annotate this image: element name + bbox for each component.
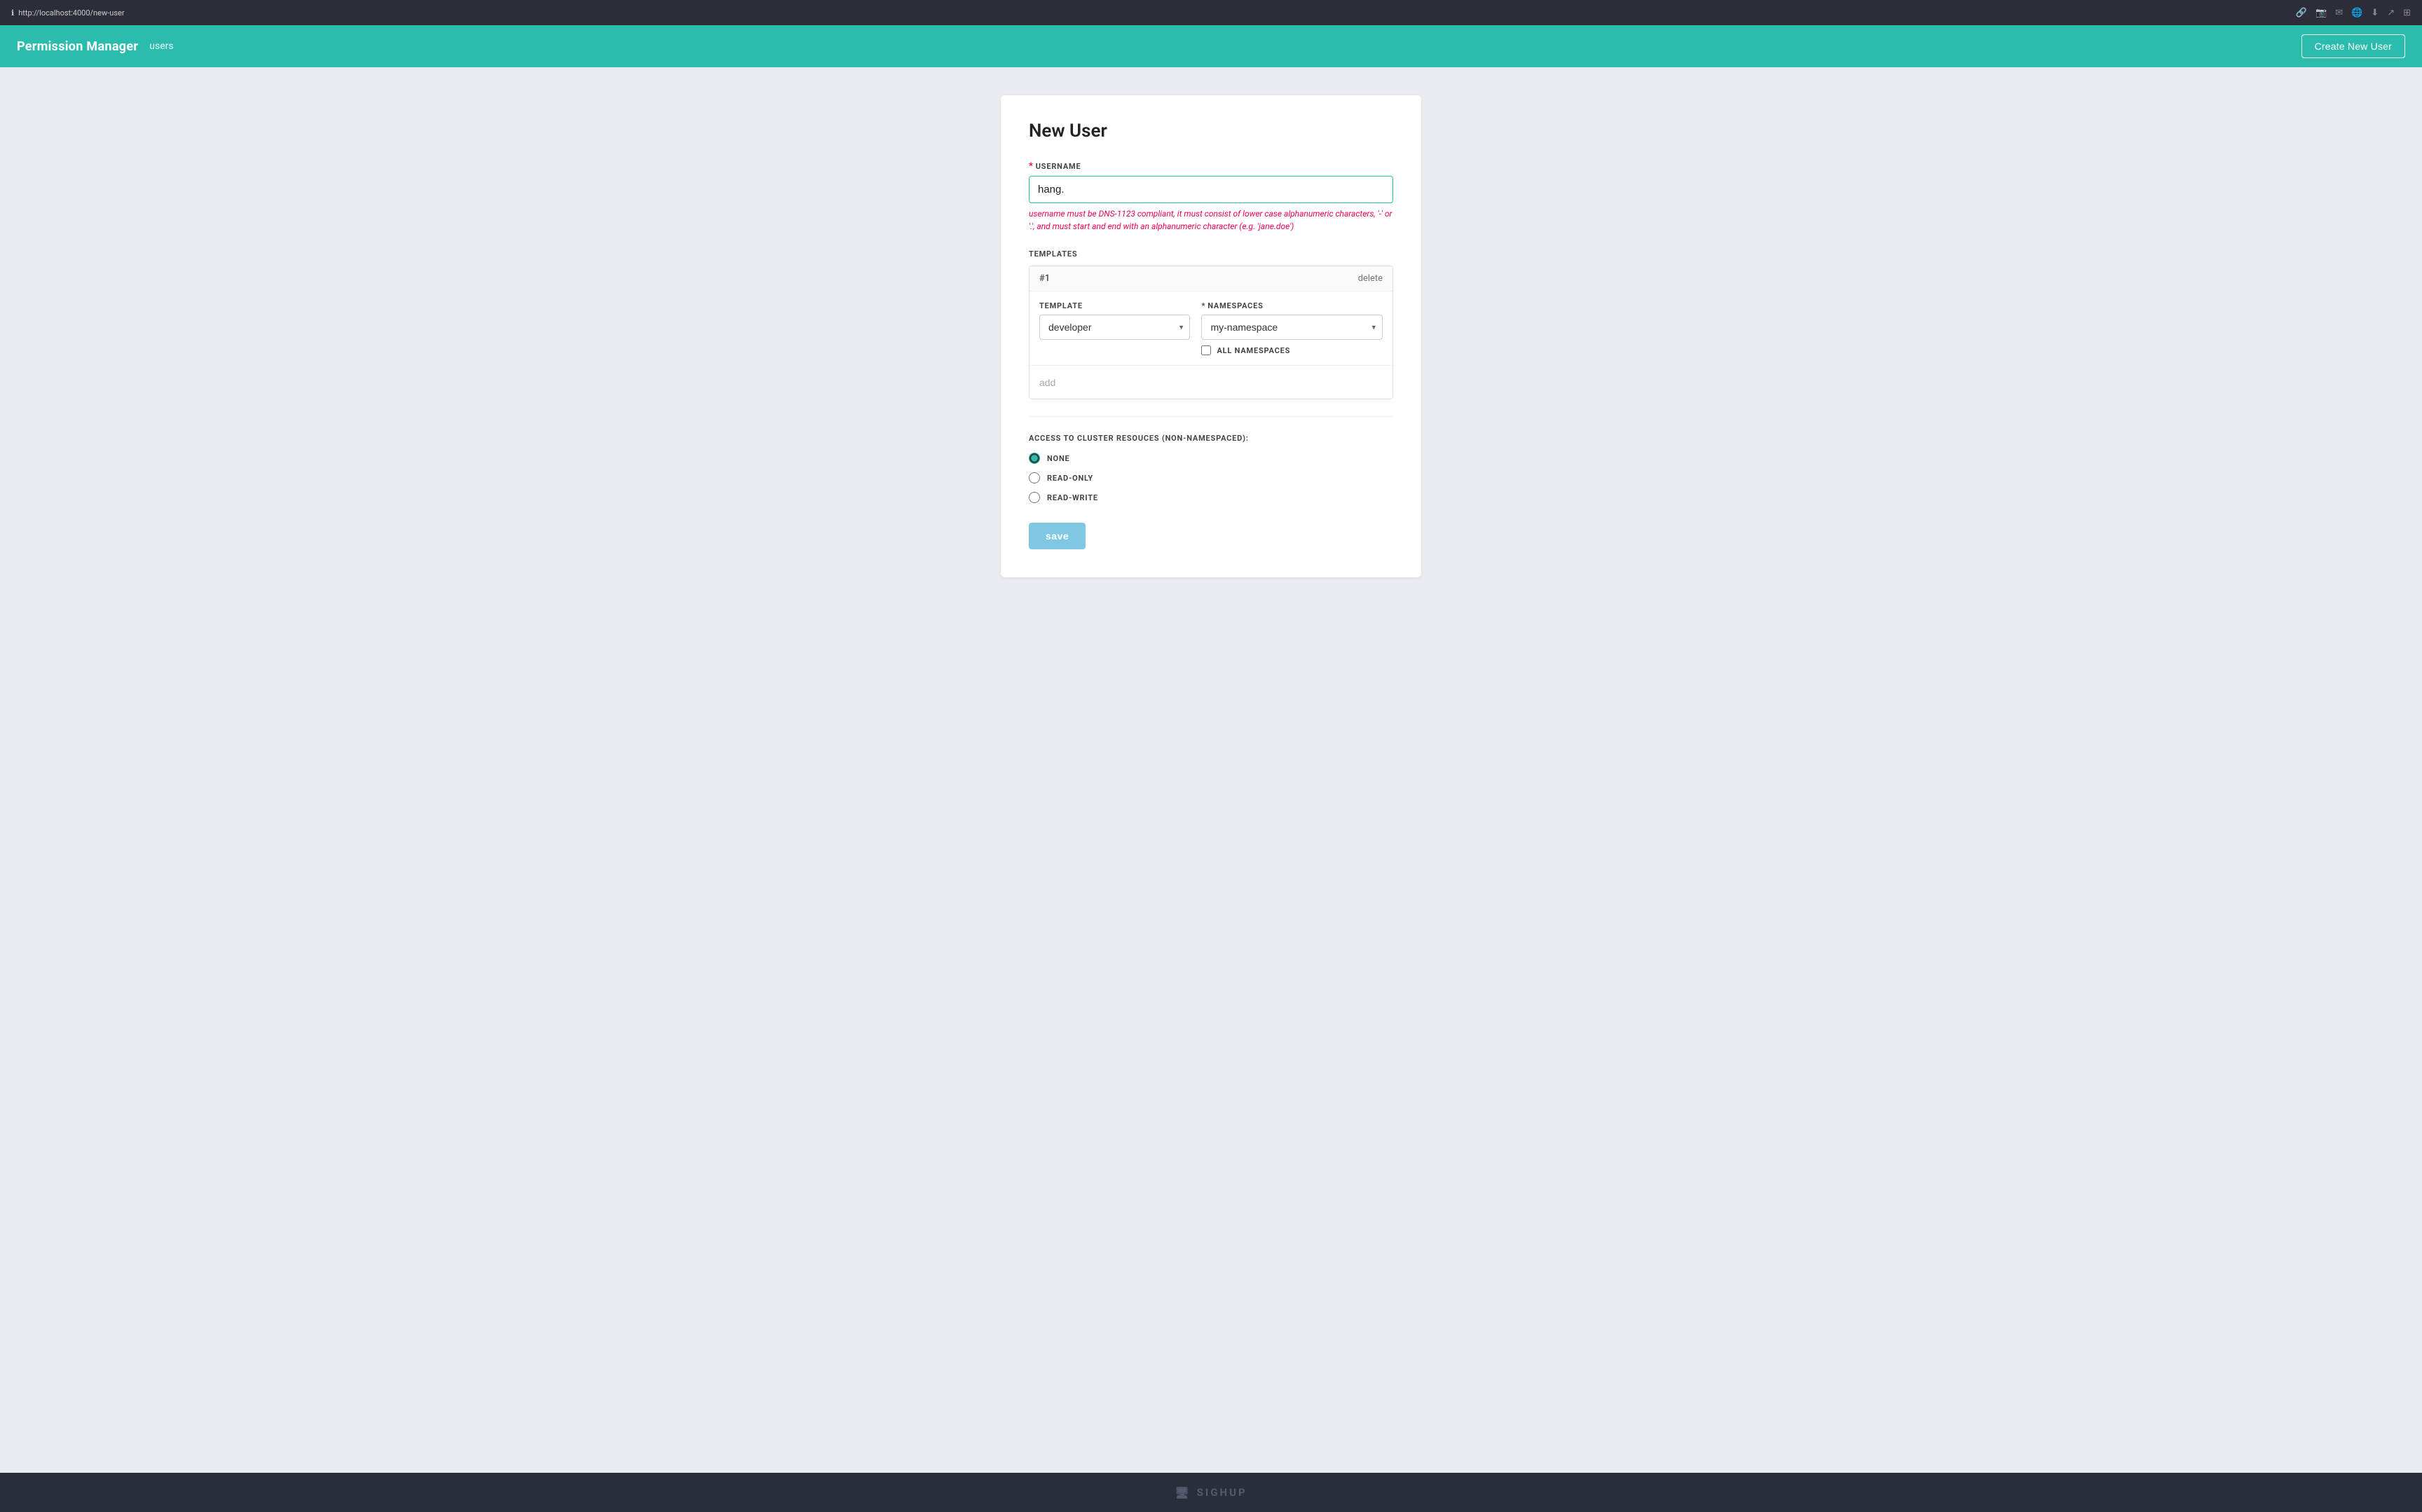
create-new-user-button[interactable]: Create New User — [2301, 34, 2405, 58]
all-namespaces-row: ALL NAMESPACES — [1201, 345, 1383, 355]
username-label: * USERNAME — [1029, 161, 1393, 172]
main-content: New User * USERNAME username must be DNS… — [0, 67, 2422, 1473]
radio-read-write-label[interactable]: READ-WRITE — [1047, 493, 1098, 502]
template-row-body: TEMPLATE developer viewer admin editor ▾ — [1029, 291, 1393, 365]
app-header: Permission Manager users Create New User — [0, 25, 2422, 67]
radio-none-input[interactable] — [1029, 453, 1040, 464]
username-label-text: USERNAME — [1036, 162, 1081, 171]
header-left: Permission Manager users — [17, 39, 174, 54]
radio-read-write-input[interactable] — [1029, 492, 1040, 503]
footer-brand-label: SIGHUP — [1197, 1486, 1247, 1499]
link-icon[interactable]: 🔗 — [2296, 8, 2307, 18]
access-section: ACCESS TO CLUSTER RESOUCES (NON-NAMESPAC… — [1029, 434, 1393, 503]
namespaces-label-text: NAMESPACES — [1207, 301, 1264, 310]
template-select-wrapper: developer viewer admin editor ▾ — [1039, 315, 1190, 340]
app-title: Permission Manager — [17, 39, 138, 54]
download-icon[interactable]: ⬇ — [2371, 8, 2379, 18]
divider — [1029, 416, 1393, 417]
radio-read-only-label[interactable]: READ-ONLY — [1047, 474, 1093, 483]
save-button[interactable]: save — [1029, 523, 1086, 549]
radio-none: NONE — [1029, 453, 1393, 464]
namespace-select-wrapper: my-namespace default kube-system ▾ — [1201, 315, 1383, 340]
namespace-select[interactable]: my-namespace default kube-system — [1201, 315, 1383, 340]
globe-icon[interactable]: 🌐 — [2351, 8, 2362, 18]
add-template-row: add — [1029, 365, 1393, 399]
browser-info-icon: ℹ — [11, 8, 14, 18]
browser-url-bar: ℹ http://localhost:4000/new-user — [11, 8, 2290, 18]
all-namespaces-checkbox[interactable] — [1201, 345, 1211, 355]
template-delete-button[interactable]: delete — [1358, 273, 1383, 284]
radio-read-only-input[interactable] — [1029, 472, 1040, 483]
access-section-label: ACCESS TO CLUSTER RESOUCES (NON-NAMESPAC… — [1029, 434, 1393, 443]
template-select[interactable]: developer viewer admin editor — [1039, 315, 1190, 340]
templates-section: TEMPLATES #1 delete TEMPLATE developer — [1029, 249, 1393, 399]
export-icon[interactable]: ↗ — [2387, 8, 2395, 18]
camera-icon[interactable]: 📷 — [2315, 8, 2327, 18]
browser-url: http://localhost:4000/new-user — [18, 8, 124, 18]
footer: 🖥 SIGHUP — [0, 1473, 2422, 1512]
footer-brand: 🖥 SIGHUP — [1175, 1486, 1247, 1499]
username-input[interactable] — [1029, 176, 1393, 203]
required-star: * — [1029, 161, 1034, 172]
radio-read-write: READ-WRITE — [1029, 492, 1393, 503]
templates-box: #1 delete TEMPLATE developer viewer admi… — [1029, 266, 1393, 399]
username-error-message: username must be DNS-1123 compliant, it … — [1029, 207, 1393, 233]
nav-users-link[interactable]: users — [149, 41, 173, 52]
new-user-form-card: New User * USERNAME username must be DNS… — [1001, 95, 1421, 577]
username-field-group: * USERNAME username must be DNS-1123 com… — [1029, 161, 1393, 233]
template-row-header: #1 delete — [1029, 266, 1393, 291]
browser-toolbar-icons: 🔗 📷 ✉ 🌐 ⬇ ↗ ⊞ — [2296, 8, 2411, 18]
browser-bar: ℹ http://localhost:4000/new-user 🔗 📷 ✉ 🌐… — [0, 0, 2422, 25]
grid-icon[interactable]: ⊞ — [2403, 8, 2411, 18]
namespaces-field-label: * NAMESPACES — [1201, 301, 1383, 310]
add-template-button[interactable]: add — [1039, 377, 1055, 388]
footer-brand-icon: 🖥 — [1175, 1486, 1191, 1499]
ns-required-star: * — [1201, 301, 1205, 310]
template-field-label: TEMPLATE — [1039, 301, 1190, 310]
radio-read-only: READ-ONLY — [1029, 472, 1393, 483]
mail-icon[interactable]: ✉ — [2335, 8, 2343, 18]
template-row-number: #1 — [1039, 273, 1050, 284]
template-field: TEMPLATE developer viewer admin editor ▾ — [1039, 301, 1190, 340]
namespace-field: * NAMESPACES my-namespace default kube-s… — [1201, 301, 1383, 355]
access-radio-group: NONE READ-ONLY READ-WRITE — [1029, 453, 1393, 503]
templates-label: TEMPLATES — [1029, 249, 1393, 259]
form-title: New User — [1029, 121, 1393, 142]
radio-none-label[interactable]: NONE — [1047, 454, 1070, 463]
all-namespaces-label[interactable]: ALL NAMESPACES — [1217, 346, 1290, 355]
